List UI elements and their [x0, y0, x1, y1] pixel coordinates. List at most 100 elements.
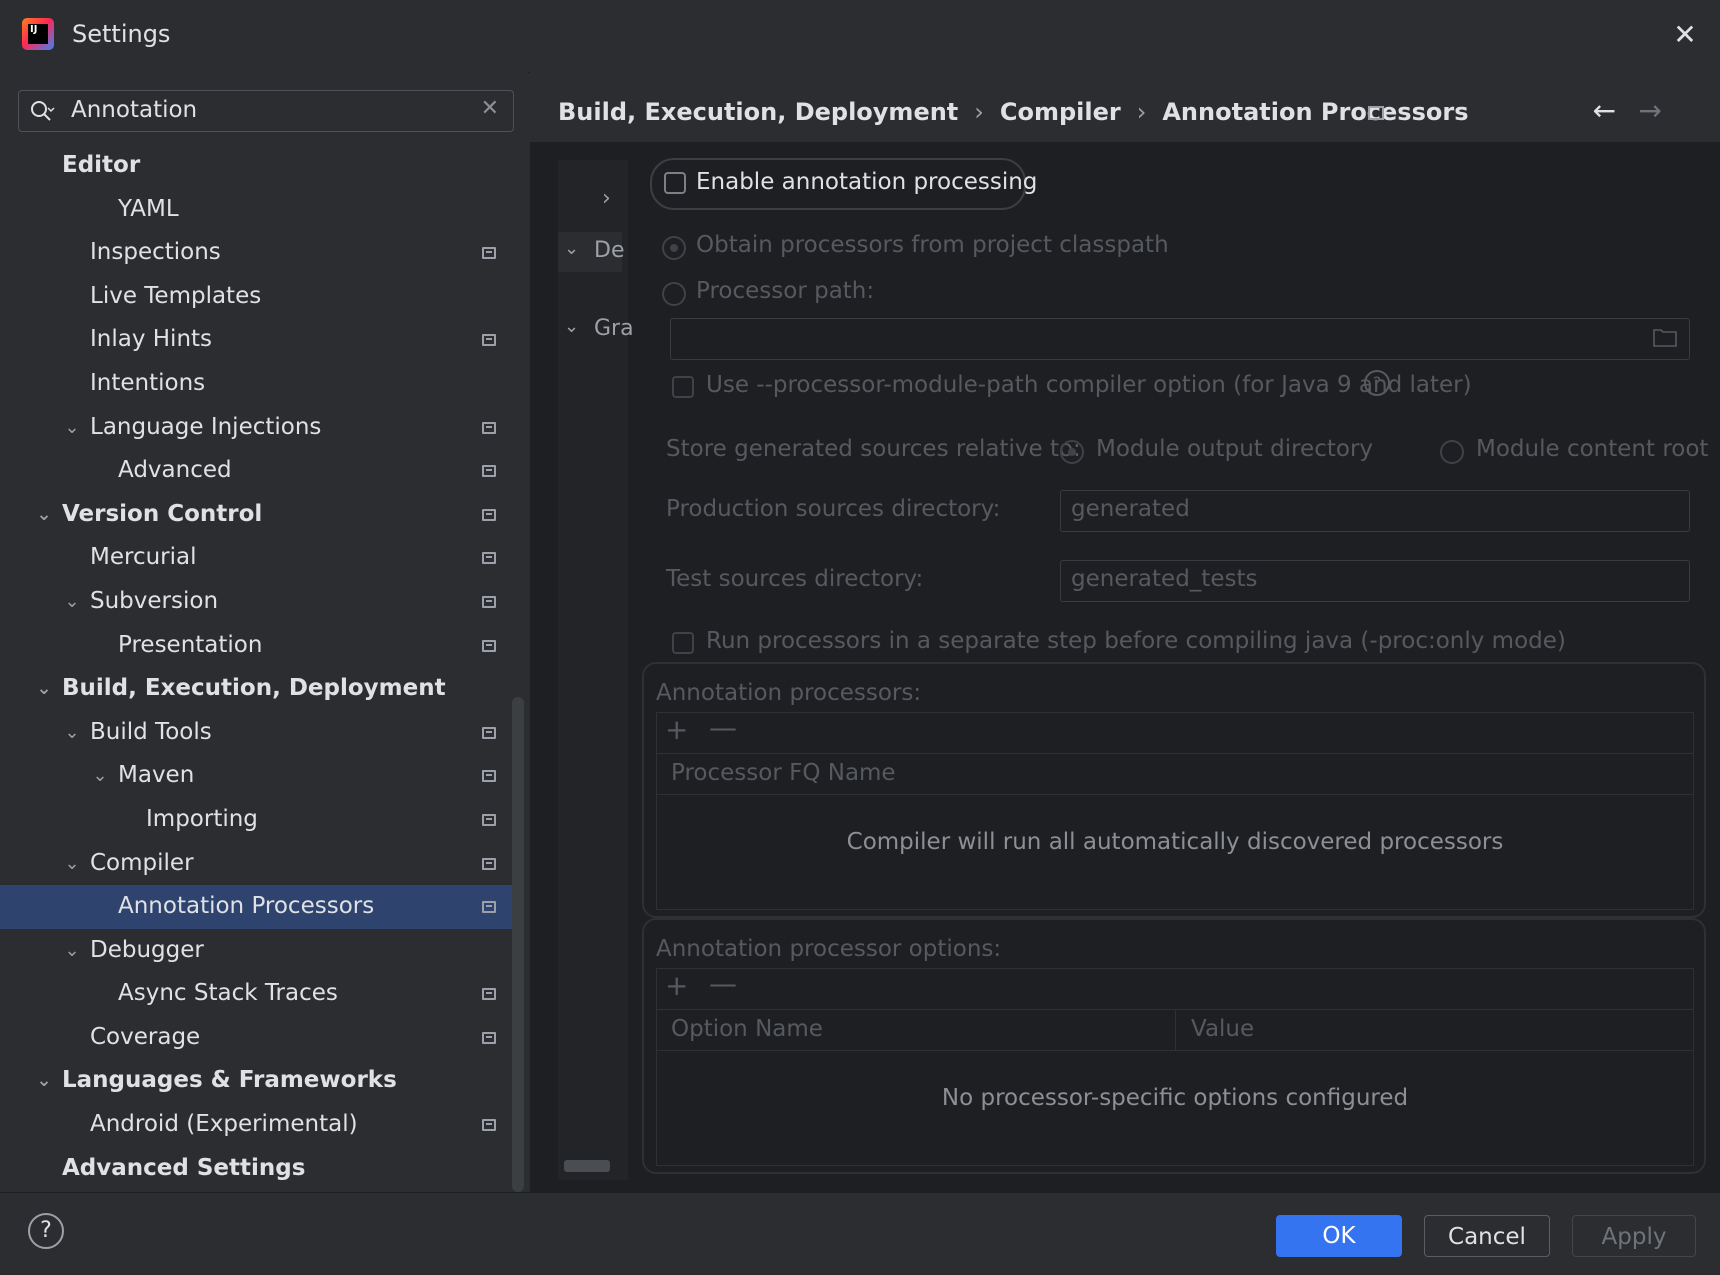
remove-icon[interactable]: —: [709, 967, 737, 1000]
tree-node-label: Advanced: [118, 457, 232, 484]
tree-node-label: Presentation: [118, 631, 263, 658]
project-scope-icon: [482, 813, 496, 826]
window-title: Settings: [72, 20, 171, 48]
enable-checkbox[interactable]: [664, 172, 686, 194]
tree-node[interactable]: Annotation Processors: [0, 885, 520, 929]
processors-table-header: Processor FQ Name: [657, 753, 1693, 795]
production-dir-input[interactable]: generated: [1060, 490, 1690, 532]
tree-node[interactable]: ⌄ Debugger: [0, 929, 520, 973]
tree-node-label: Language Injections: [90, 413, 322, 440]
tree-node-label: Coverage: [90, 1023, 201, 1050]
tree-node-label: Android (Experimental): [90, 1111, 358, 1138]
options-table-header: Option Name Value: [657, 1009, 1693, 1051]
chevron-down-icon[interactable]: ⌄: [60, 842, 84, 886]
tree-node[interactable]: Editor: [0, 144, 520, 188]
processors-title: Annotation processors:: [656, 680, 922, 706]
folder-icon[interactable]: [1653, 327, 1677, 347]
tree-node[interactable]: ⌄ Maven: [0, 754, 520, 798]
processor-path-input[interactable]: [670, 318, 1690, 360]
tree-node[interactable]: Presentation: [0, 624, 520, 668]
option-name-column[interactable]: Option Name: [671, 1016, 823, 1042]
expand-panel-chevron-icon[interactable]: ›: [558, 180, 628, 220]
project-scope-icon: [482, 726, 496, 739]
options-table: + — Option Name Value No processor-speci…: [656, 967, 1694, 1166]
tree-node[interactable]: YAML: [0, 188, 520, 232]
tree-node-label: Live Templates: [90, 282, 262, 309]
module-output-radio[interactable]: [1060, 440, 1084, 464]
tree-node[interactable]: Importing: [0, 798, 520, 842]
panel-scrollbar[interactable]: [564, 1160, 610, 1172]
tree-node-label: Build Tools: [90, 718, 212, 745]
tree-node-label: Inspections: [90, 239, 221, 266]
tree-node[interactable]: Intentions: [0, 362, 520, 406]
tree-node[interactable]: Async Stack Traces: [0, 972, 520, 1016]
profile-gradle[interactable]: ⌄ Gra: [558, 310, 634, 350]
tree-node-label: Editor: [62, 152, 141, 178]
chevron-down-icon[interactable]: ⌄: [60, 580, 84, 624]
chevron-down-icon[interactable]: ⌄: [32, 1059, 56, 1103]
chevron-down-icon[interactable]: ⌄: [32, 667, 56, 711]
module-path-checkbox[interactable]: [672, 376, 694, 398]
chevron-down-icon[interactable]: ⌄: [60, 929, 84, 973]
store-sources-label: Store generated sources relative to:: [666, 436, 1081, 462]
breadcrumb-item[interactable]: Build, Execution, Deployment: [558, 98, 958, 126]
processor-path-radio[interactable]: [662, 282, 686, 306]
project-scope-icon: [482, 595, 496, 608]
help-circle-icon[interactable]: ?: [1364, 370, 1390, 396]
ok-button[interactable]: OK: [1276, 1215, 1402, 1257]
breadcrumb-separator: ›: [1136, 98, 1147, 126]
tree-node[interactable]: ⌄ Subversion: [0, 580, 520, 624]
forward-arrow-icon[interactable]: →: [1639, 94, 1662, 127]
tree-node[interactable]: Advanced Settings: [0, 1147, 520, 1191]
tree-node-label: Subversion: [90, 587, 219, 614]
processor-path-label: Processor path:: [696, 278, 875, 304]
chevron-down-icon: ⌄: [564, 316, 580, 337]
tree-node[interactable]: Advanced: [0, 449, 520, 493]
chevron-down-icon[interactable]: ⌄: [88, 754, 112, 798]
project-scope-icon: [482, 857, 496, 870]
tree-node[interactable]: ⌄ Languages & Frameworks: [0, 1059, 520, 1103]
tree-node[interactable]: Mercurial: [0, 536, 520, 580]
search-icon: [31, 101, 55, 121]
add-icon[interactable]: +: [665, 969, 688, 1002]
help-icon[interactable]: ?: [28, 1213, 64, 1249]
tree-node[interactable]: ⌄ Build Tools: [0, 711, 520, 755]
obtain-from-classpath-radio[interactable]: [662, 236, 686, 260]
chevron-down-icon[interactable]: ⌄: [32, 493, 56, 537]
chevron-down-icon[interactable]: ⌄: [60, 711, 84, 755]
module-output-label: Module output directory: [1096, 436, 1374, 462]
tree-node[interactable]: ⌄ Build, Execution, Deployment: [0, 667, 520, 711]
tree-node[interactable]: ⌄ Compiler: [0, 842, 520, 886]
tree-node[interactable]: Coverage: [0, 1016, 520, 1060]
remove-icon[interactable]: —: [709, 711, 737, 744]
proc-only-checkbox[interactable]: [672, 632, 694, 654]
tree-node[interactable]: Android (Experimental): [0, 1103, 520, 1147]
tree-node-label: Build, Execution, Deployment: [62, 675, 446, 702]
tree-node[interactable]: ⌄ Language Injections: [0, 406, 520, 450]
search-input[interactable]: Annotation: [71, 97, 197, 123]
tree-node[interactable]: Live Templates: [0, 275, 520, 319]
chevron-down-icon[interactable]: ⌄: [60, 406, 84, 450]
back-arrow-icon[interactable]: ←: [1593, 94, 1616, 127]
cancel-button[interactable]: Cancel: [1424, 1215, 1550, 1257]
clear-search-icon[interactable]: ✕: [481, 96, 499, 121]
breadcrumb-item[interactable]: Compiler: [1000, 98, 1121, 126]
tree-node[interactable]: ⌄ Version Control: [0, 493, 520, 537]
profile-label: Gra: [594, 316, 634, 341]
tree-node[interactable]: Inlay Hints: [0, 318, 520, 362]
value-column[interactable]: Value: [1191, 1016, 1254, 1042]
search-field[interactable]: Annotation ✕: [18, 90, 514, 132]
module-content-radio[interactable]: [1440, 440, 1464, 464]
apply-button[interactable]: Apply: [1572, 1215, 1696, 1257]
project-scope-icon: [482, 508, 496, 521]
test-dir-input[interactable]: generated_tests: [1060, 560, 1690, 602]
sidebar-scrollbar[interactable]: [512, 697, 524, 1192]
enable-annotation-processing[interactable]: Enable annotation processing: [650, 158, 1037, 210]
close-icon[interactable]: ✕: [1668, 18, 1702, 52]
tree-node-label: Languages & Frameworks: [62, 1067, 397, 1094]
processor-fq-name-column[interactable]: Processor FQ Name: [671, 760, 896, 786]
profile-default[interactable]: ⌄ De: [558, 232, 624, 272]
tree-node-label: Annotation Processors: [118, 893, 375, 920]
tree-node[interactable]: Inspections: [0, 231, 520, 275]
add-icon[interactable]: +: [665, 713, 688, 746]
